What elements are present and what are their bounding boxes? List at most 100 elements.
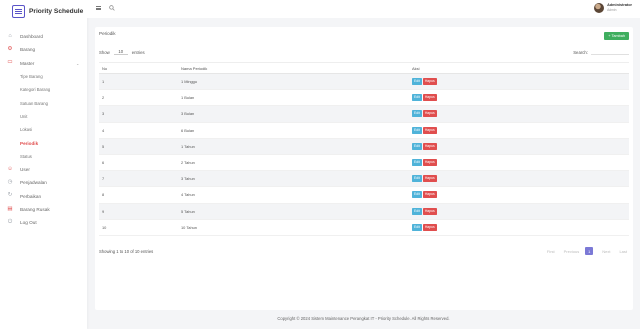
cell-nama-periodik: 2 Tahun [178, 154, 409, 172]
user-menu[interactable]: Administrator Admin [594, 3, 632, 13]
cell-aksi: Edit Hapus [409, 170, 629, 188]
table-row: 62 Tahun Edit Hapus [99, 154, 629, 172]
edit-button[interactable]: Edit [412, 223, 422, 231]
cell-nama-periodik: 1 Bulan [178, 89, 409, 107]
pagination-previous[interactable]: Previous [564, 249, 580, 254]
delete-button[interactable]: Hapus [422, 110, 437, 118]
cell-nama-periodik: 1 Minggu [178, 73, 409, 91]
sidebar-subitem-status[interactable]: Status [0, 150, 87, 163]
table-search: Search: [573, 49, 629, 55]
sidebar-item-label: Barang [20, 47, 36, 53]
entries-select[interactable]: 10 [113, 49, 128, 55]
avatar [594, 3, 605, 13]
sidebar-subitem-lokasi[interactable]: Lokasi [0, 123, 87, 136]
sidebar-subitem-periodik[interactable]: Periodik [0, 136, 87, 149]
cell-no: 3 [99, 105, 178, 123]
brand[interactable]: Priority Schedule [12, 3, 83, 19]
edit-button[interactable]: Edit [412, 78, 422, 86]
pagination-current-page[interactable]: 1 [585, 247, 594, 255]
table-row: 33 Bulan Edit Hapus [99, 105, 629, 123]
sidebar-subitem-unit[interactable]: Unit [0, 110, 87, 123]
gear-icon: ⚙ [7, 46, 13, 53]
sidebar-subitem-kategori-barang[interactable]: Kategori Barang [0, 83, 87, 96]
pagination: First Previous 1 Next Last [538, 247, 627, 255]
cell-aksi: Edit Hapus [409, 73, 629, 91]
home-icon: ⌂ [8, 32, 12, 39]
table-row: 11 Minggu Edit Hapus [99, 73, 629, 91]
edit-button[interactable]: Edit [412, 110, 422, 118]
pagination-last[interactable]: Last [619, 249, 627, 254]
box-icon: ▤ [7, 205, 13, 212]
edit-button[interactable]: Edit [412, 126, 422, 134]
table-row: 10 10 Tahun Edit Hapus [99, 219, 629, 236]
cell-nama-periodik: 3 Tahun [178, 170, 409, 188]
sidebar-item-penjadwalan[interactable]: ◷ Penjadwalan [0, 176, 87, 189]
footer: Copyright © 2024 Sistem Maintenance Pera… [277, 316, 450, 321]
cell-no: 9 [99, 203, 178, 220]
sidebar-subitem-satuan-barang[interactable]: Satuan Barang [0, 96, 87, 109]
pagination-next[interactable]: Next [602, 249, 610, 254]
chevron-down-icon: ⌄ [76, 60, 80, 66]
entries-label: entries [131, 49, 145, 55]
delete-button[interactable]: Hapus [422, 223, 437, 231]
edit-button[interactable]: Edit [412, 191, 422, 199]
column-header-nama-periodik[interactable]: Nama Periodik [178, 62, 409, 74]
delete-button[interactable]: Hapus [422, 94, 437, 102]
edit-button[interactable]: Edit [412, 159, 422, 167]
cell-aksi: Edit Hapus [409, 105, 629, 123]
cell-nama-periodik: 5 Tahun [178, 203, 409, 220]
sidebar-item-label: Dashboard [20, 34, 43, 40]
sidebar: Priority Schedule ⌂ Dashboard ⚙ Barang ▭… [0, 0, 87, 329]
cell-aksi: Edit Hapus [409, 89, 629, 107]
table-row: 73 Tahun Edit Hapus [99, 170, 629, 188]
delete-button[interactable]: Hapus [422, 191, 437, 199]
delete-button[interactable]: Hapus [422, 78, 437, 86]
search-input[interactable] [591, 49, 629, 55]
sidebar-subitem-tipe-barang[interactable]: Tipe Barang [0, 70, 87, 83]
cell-no: 10 [99, 219, 178, 236]
cell-nama-periodik: 3 Bulan [178, 105, 409, 123]
cell-aksi: Edit Hapus [409, 138, 629, 155]
delete-button[interactable]: Hapus [422, 142, 437, 150]
column-header-no[interactable]: No [99, 62, 178, 74]
table-row: 95 Tahun Edit Hapus [99, 203, 629, 220]
cell-no: 1 [99, 73, 178, 91]
top-bar: Administrator Admin [87, 0, 640, 18]
sidebar-item-log-out[interactable]: ⏻ Log Out [0, 216, 87, 229]
table-row: 21 Bulan Edit Hapus [99, 89, 629, 107]
show-label: Show [99, 49, 110, 55]
edit-button[interactable]: Edit [412, 142, 422, 150]
delete-button[interactable]: Hapus [422, 175, 437, 183]
cell-no: 6 [99, 154, 178, 172]
hamburger-menu-icon[interactable] [96, 6, 101, 10]
entries-length-control: Show 10 entries [99, 49, 145, 55]
edit-button[interactable]: Edit [412, 175, 422, 183]
sidebar-item-user[interactable]: ☺ User [0, 163, 87, 176]
sidebar-item-barang[interactable]: ⚙ Barang [0, 43, 87, 56]
delete-button[interactable]: Hapus [422, 126, 437, 134]
cell-no: 4 [99, 122, 178, 139]
edit-button[interactable]: Edit [412, 207, 422, 215]
app-logo-icon [12, 4, 25, 18]
folder-icon: ▭ [7, 59, 13, 66]
delete-button[interactable]: Hapus [422, 159, 437, 167]
sidebar-item-label: Log Out [20, 220, 37, 226]
pagination-first[interactable]: First [547, 249, 555, 254]
add-button[interactable]: + Tambah [604, 32, 629, 40]
power-icon: ⏻ [7, 219, 13, 226]
sidebar-item-label: Barang Rusak [20, 207, 50, 212]
table-row: 84 Tahun Edit Hapus [99, 186, 629, 204]
cell-aksi: Edit Hapus [409, 154, 629, 172]
periodik-table: No Nama Periodik Aksi 11 Minggu Edit Hapus… [99, 62, 629, 236]
cell-nama-periodik: 10 Tahun [178, 219, 409, 236]
sidebar-item-barang-rusak[interactable]: ▤ Barang Rusak [0, 203, 87, 216]
sidebar-item-dashboard[interactable]: ⌂ Dashboard [0, 30, 87, 43]
search-icon[interactable] [109, 5, 115, 11]
cell-nama-periodik: 4 Tahun [178, 186, 409, 204]
edit-button[interactable]: Edit [412, 94, 422, 102]
sidebar-item-label: Penjadwalan [20, 180, 47, 186]
delete-button[interactable]: Hapus [422, 207, 437, 215]
sidebar-item-perbaikan[interactable]: ↻ Perbaikan [0, 190, 87, 203]
clock-icon: ◷ [7, 179, 13, 186]
sidebar-item-master[interactable]: ▭ Master ⌄ [0, 57, 87, 70]
